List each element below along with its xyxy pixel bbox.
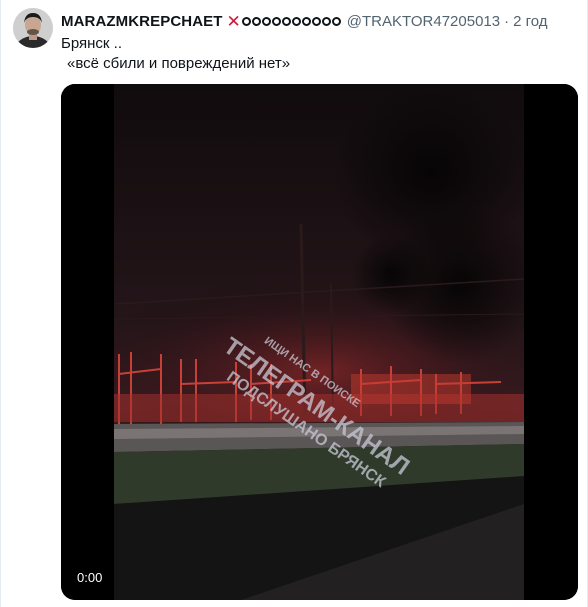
tweet-text-line: Брянск .. bbox=[61, 35, 122, 52]
display-name[interactable]: MARAZMKREPCHAET bbox=[61, 13, 223, 30]
ring-icon bbox=[241, 16, 251, 26]
ring-icon bbox=[271, 16, 281, 26]
cross-icon: ✕ bbox=[226, 11, 241, 31]
video-timecode: 0:00 bbox=[77, 570, 103, 585]
ring-icons bbox=[241, 16, 341, 26]
ring-icon bbox=[311, 16, 321, 26]
timestamp[interactable]: 2 год bbox=[513, 13, 547, 30]
ring-icon bbox=[291, 16, 301, 26]
video-frame: ИЩИ НАС В ПОИСКЕ ТЕЛЕГРАМ-КАНАЛ ПОДСЛУША… bbox=[61, 84, 578, 600]
ring-icon bbox=[321, 16, 331, 26]
video-player[interactable]: ИЩИ НАС В ПОИСКЕ ТЕЛЕГРАМ-КАНАЛ ПОДСЛУША… bbox=[61, 84, 578, 600]
tweet-card[interactable]: MARAZMKREPCHAET ✕ @TRAKTOR47205013 · 2 г… bbox=[0, 0, 588, 607]
tweet-header: MARAZMKREPCHAET ✕ @TRAKTOR47205013 · 2 г… bbox=[61, 10, 548, 32]
separator: · bbox=[504, 12, 510, 30]
ring-icon bbox=[251, 16, 261, 26]
avatar[interactable] bbox=[13, 8, 53, 48]
tweet-text: Брянск .. «всё сбили и повреждений нет» bbox=[61, 34, 290, 74]
user-handle[interactable]: @TRAKTOR47205013 bbox=[347, 13, 500, 30]
ring-icon bbox=[331, 16, 341, 26]
ring-icon bbox=[261, 16, 271, 26]
ring-icon bbox=[281, 16, 291, 26]
ring-icon bbox=[301, 16, 311, 26]
tweet-text-quote: «всё сбили и повреждений нет» bbox=[67, 55, 291, 72]
